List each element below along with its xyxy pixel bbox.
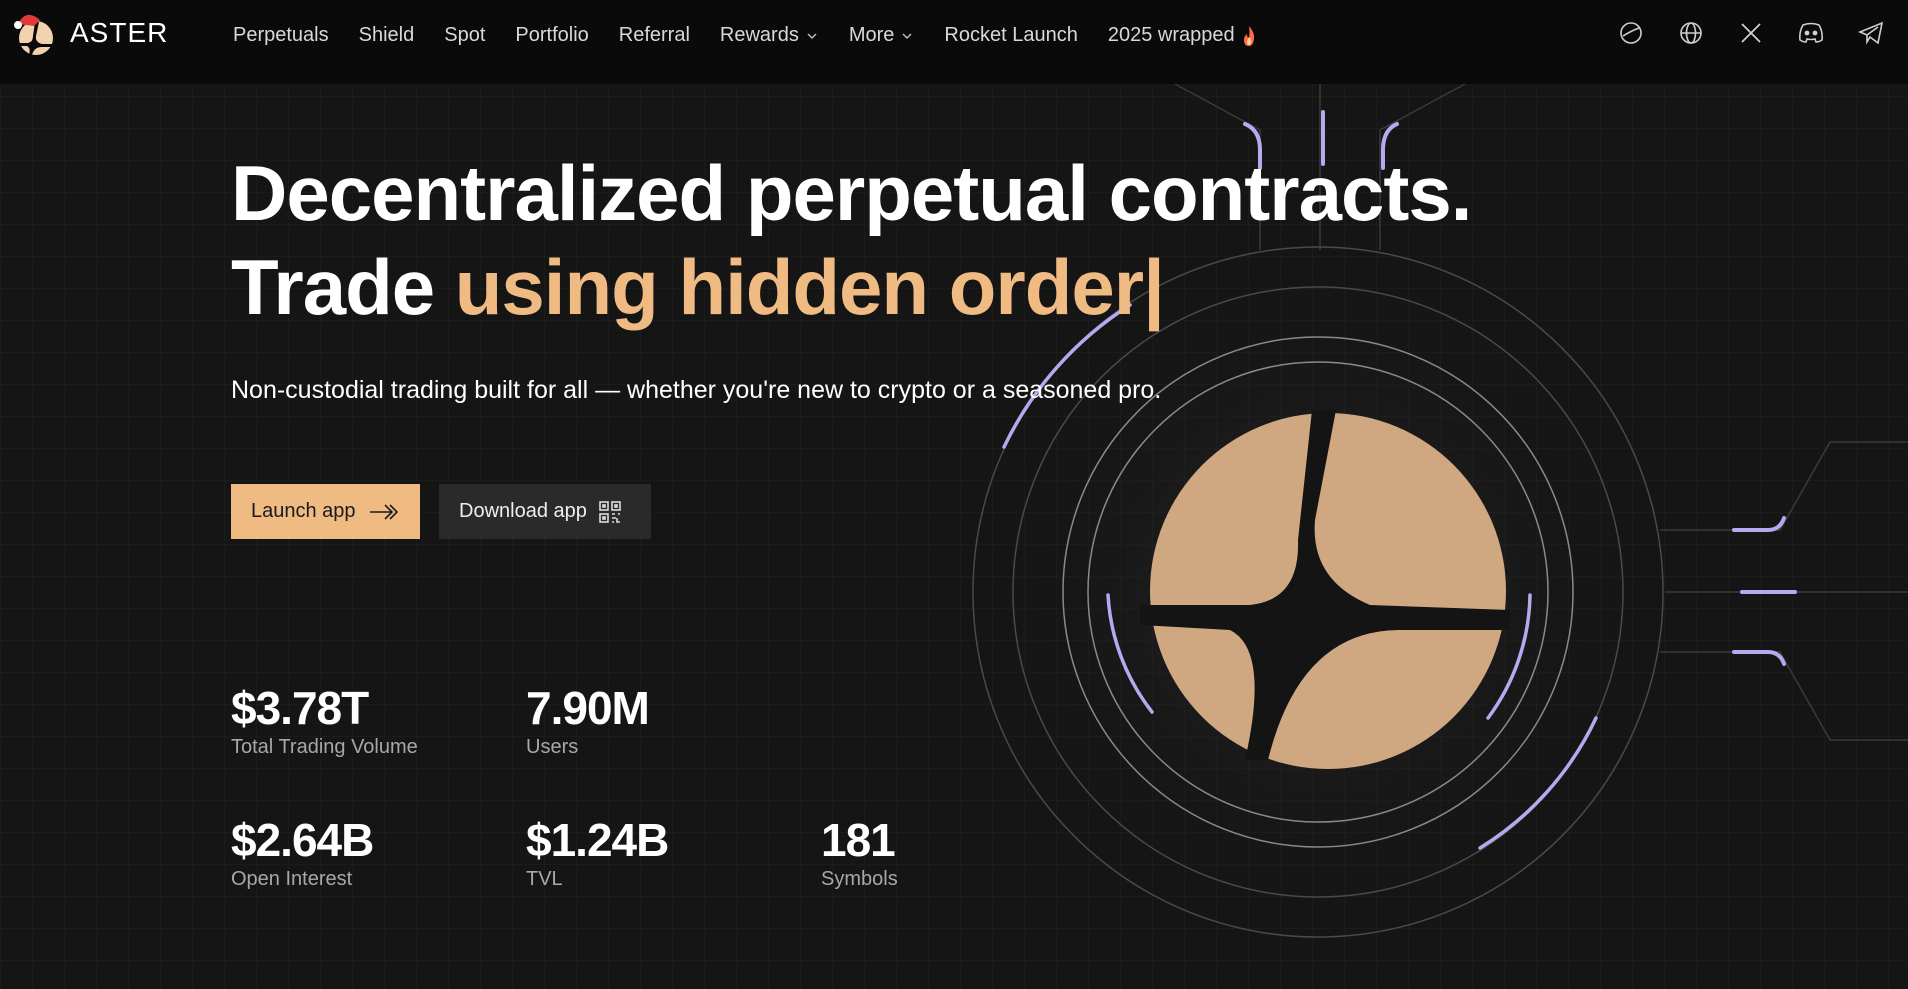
top-nav: ASTER Perpetuals Shield Spot Portfolio R… — [0, 0, 1908, 84]
hero-subtitle: Non-custodial trading built for all — wh… — [231, 376, 1162, 404]
hero-heading-line1: Decentralized perpetual contracts. — [231, 149, 1472, 237]
nav-rocket-launch[interactable]: Rocket Launch — [944, 24, 1077, 47]
globe-icon[interactable] — [1676, 18, 1706, 48]
hero-heading-line2: Trade using hidden order| — [231, 240, 1471, 334]
telegram-icon[interactable] — [1856, 18, 1886, 48]
nav-perpetuals[interactable]: Perpetuals — [233, 24, 329, 47]
theme-icon[interactable] — [1616, 18, 1646, 48]
flame-icon — [1243, 25, 1254, 46]
nav-spot[interactable]: Spot — [444, 24, 485, 47]
chevron-down-icon — [902, 32, 912, 39]
nav-more-label: More — [848, 24, 895, 46]
nav-referral[interactable]: Referral — [619, 24, 690, 47]
aster-logo-icon — [12, 10, 58, 56]
stat-label: Total Trading Volume — [231, 736, 418, 758]
stat-value: $1.24B — [526, 814, 669, 866]
arrow-right-icon — [369, 503, 398, 520]
stat-label: TVL — [526, 868, 563, 890]
nav-portfolio[interactable]: Portfolio — [515, 24, 588, 47]
stat-users: 7.90M Users — [526, 682, 650, 759]
stat-value: 181 — [821, 814, 896, 866]
hero-heading-typed-text: using hidden order| — [454, 243, 1165, 331]
brand-name: ASTER — [70, 17, 169, 48]
chevron-down-icon — [807, 32, 817, 39]
stat-open-interest: $2.64B Open Interest — [231, 814, 374, 891]
nav-icon-group — [1616, 18, 1886, 48]
nav-links: Perpetuals Shield Spot Portfolio Referra… — [233, 24, 1257, 47]
stat-tvl: $1.24B TVL — [526, 814, 669, 891]
stat-label: Users — [526, 736, 579, 758]
nav-2025-wrapped[interactable]: 2025 wrapped — [1108, 24, 1257, 47]
nav-more-dropdown[interactable]: More — [849, 24, 915, 47]
hero-heading-line2-plain: Trade — [231, 243, 455, 331]
brand-logo[interactable]: ASTER — [12, 10, 168, 56]
download-app-button[interactable]: Download app — [439, 484, 651, 539]
discord-icon[interactable] — [1796, 18, 1826, 48]
launch-app-button[interactable]: Launch app — [231, 484, 420, 539]
download-app-label: Download app — [459, 500, 587, 522]
stat-total-volume: $3.78T Total Trading Volume — [231, 682, 418, 759]
stat-value: $3.78T — [231, 682, 369, 734]
stat-label: Symbols — [821, 868, 898, 890]
nav-rewards-label: Rewards — [719, 24, 799, 46]
stat-symbols: 181 Symbols — [821, 814, 898, 891]
launch-app-label: Launch app — [251, 500, 356, 522]
stat-value: 7.90M — [526, 682, 650, 734]
x-icon[interactable] — [1736, 18, 1766, 48]
qr-code-icon — [599, 500, 621, 523]
nav-rewards-dropdown[interactable]: Rewards — [720, 24, 819, 47]
stat-label: Open Interest — [231, 868, 353, 890]
nav-wrapped-label: 2025 wrapped — [1107, 24, 1235, 46]
hero-heading: Decentralized perpetual contracts. Trade… — [231, 146, 1472, 334]
nav-shield[interactable]: Shield — [359, 24, 415, 47]
stat-value: $2.64B — [231, 814, 374, 866]
